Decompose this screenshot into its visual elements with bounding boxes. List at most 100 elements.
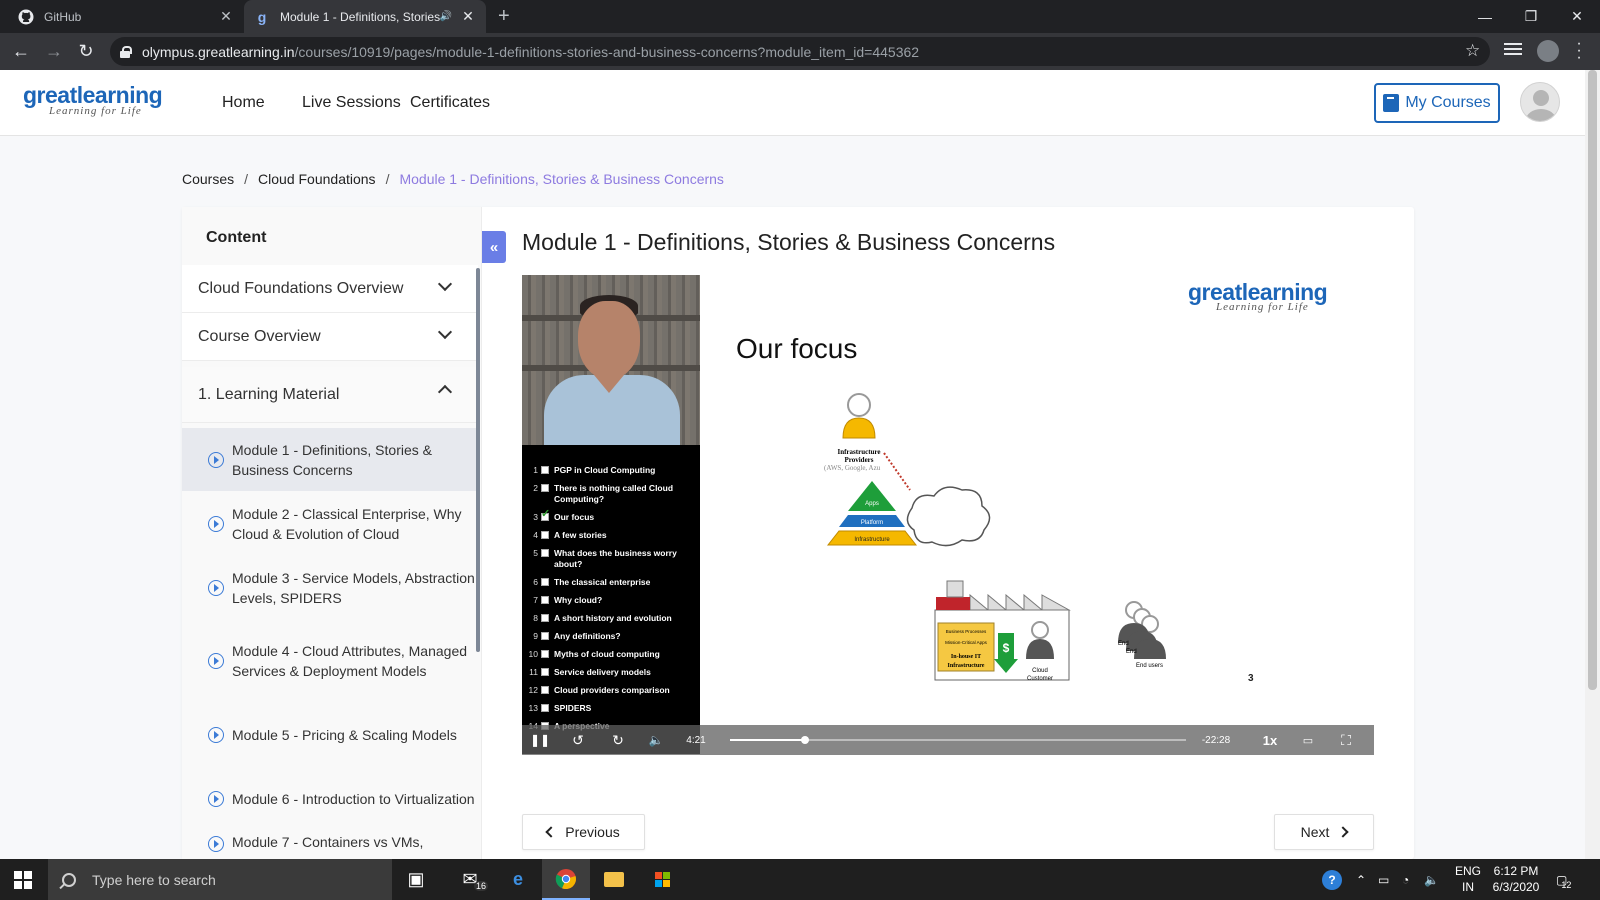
volume-tray-icon[interactable]: 🔈 bbox=[1424, 859, 1439, 900]
progress-bar[interactable] bbox=[730, 736, 1186, 744]
progress-fill bbox=[730, 739, 805, 741]
next-button[interactable]: Next bbox=[1274, 814, 1374, 850]
volume-icon[interactable]: 🔈 bbox=[646, 725, 666, 755]
wifi-icon[interactable]: ◔ bbox=[1402, 859, 1409, 900]
user-avatar[interactable] bbox=[1520, 82, 1560, 122]
sidebar-item-label: Module 1 - Definitions, Stories & Busine… bbox=[232, 441, 432, 478]
collapse-sidebar-button[interactable]: « bbox=[482, 231, 506, 263]
system-clock[interactable]: 6:12 PM 6/3/2020 bbox=[1486, 863, 1546, 895]
store-icon[interactable] bbox=[638, 859, 686, 900]
file-explorer-icon[interactable] bbox=[590, 859, 638, 900]
chapter-checkbox bbox=[541, 650, 549, 658]
section-learning-material[interactable]: 1. Learning Material bbox=[182, 367, 478, 423]
svg-text:Business Processes: Business Processes bbox=[946, 629, 987, 634]
url-field[interactable]: olympus.greatlearning.in/courses/10919/p… bbox=[110, 37, 1490, 66]
playback-speed[interactable]: 1x bbox=[1258, 725, 1282, 755]
svg-text:Platform: Platform bbox=[861, 520, 883, 526]
progress-knob[interactable] bbox=[800, 736, 809, 744]
tab-module-1[interactable]: g Module 1 - Definitions, Stories 🔊 ✕ bbox=[244, 0, 486, 33]
edge-icon[interactable]: e bbox=[494, 859, 542, 900]
svg-text:End: End bbox=[1118, 641, 1129, 647]
chapter-item[interactable]: 4 A few stories bbox=[522, 530, 700, 541]
help-icon[interactable]: ? bbox=[1322, 859, 1342, 900]
svg-text:Infrastructure: Infrastructure bbox=[948, 663, 985, 669]
close-icon[interactable]: ✕ bbox=[460, 8, 476, 25]
chevron-up-icon[interactable]: ⌃ bbox=[1356, 859, 1366, 900]
media-icon[interactable] bbox=[1504, 43, 1522, 57]
previous-button[interactable]: Previous bbox=[522, 814, 645, 850]
sidebar-item-module-3[interactable]: Module 3 - Service Models, Abstraction L… bbox=[182, 556, 478, 619]
chapter-number: 6 bbox=[533, 577, 538, 587]
pause-icon[interactable]: ❚❚ bbox=[530, 725, 550, 755]
menu-icon[interactable]: · · · bbox=[1574, 36, 1584, 66]
breadcrumb-separator: / bbox=[244, 171, 249, 187]
new-tab-icon[interactable]: + bbox=[498, 5, 510, 28]
battery-icon[interactable]: ▭ bbox=[1378, 859, 1389, 900]
chapter-item[interactable]: 11 Service delivery models bbox=[522, 667, 700, 678]
speaker-icon[interactable]: 🔊 bbox=[440, 11, 452, 22]
video-player[interactable]: 1 PGP in Cloud Computing 2 There is nothing… bbox=[522, 275, 1374, 754]
task-view-icon[interactable]: ▣ bbox=[392, 859, 440, 900]
svg-text:Mission-Critical Apps: Mission-Critical Apps bbox=[945, 640, 988, 645]
site-header: greatlearning Learning for Life Home Liv… bbox=[0, 70, 1585, 136]
language-indicator[interactable]: ENG IN bbox=[1454, 863, 1482, 895]
section-course-overview[interactable]: Course Overview bbox=[182, 313, 478, 361]
breadcrumb-courses[interactable]: Courses bbox=[182, 171, 234, 187]
minimize-icon[interactable]: — bbox=[1462, 0, 1508, 33]
forward-10-icon[interactable]: ↻ bbox=[608, 725, 628, 755]
chapter-item[interactable]: 2 There is nothing called Cloud Computing… bbox=[522, 483, 700, 505]
forward-icon[interactable]: → bbox=[43, 41, 65, 62]
chapter-item[interactable]: 7 Why cloud? bbox=[522, 595, 700, 606]
profile-avatar[interactable] bbox=[1537, 40, 1559, 62]
captions-icon[interactable]: ▭ bbox=[1298, 725, 1318, 755]
chapter-item[interactable]: 9 Any definitions? bbox=[522, 631, 700, 642]
sidebar-item-module-7[interactable]: Module 7 - Containers vs VMs, bbox=[182, 832, 478, 859]
chapter-item[interactable]: 6 The classical enterprise bbox=[522, 577, 700, 588]
close-icon[interactable]: ✕ bbox=[218, 8, 234, 25]
reload-icon[interactable]: ↻ bbox=[75, 41, 97, 62]
sidebar-item-label: Module 4 - Cloud Attributes, Managed Ser… bbox=[232, 643, 468, 679]
chapter-checkbox bbox=[541, 704, 549, 712]
back-icon[interactable]: ← bbox=[10, 41, 32, 62]
sidebar-item-module-4[interactable]: Module 4 - Cloud Attributes, Managed Ser… bbox=[182, 620, 478, 702]
play-circle-icon bbox=[208, 790, 224, 807]
sidebar-scrollbar[interactable] bbox=[476, 268, 480, 652]
nav-certificates[interactable]: Certificates bbox=[410, 94, 490, 112]
chevron-left-icon bbox=[545, 826, 557, 838]
nav-home[interactable]: Home bbox=[222, 94, 265, 112]
scrollbar-thumb[interactable] bbox=[1588, 70, 1597, 690]
chapter-number: 9 bbox=[533, 631, 538, 641]
section-cloud-foundations-overview[interactable]: Cloud Foundations Overview bbox=[182, 265, 478, 313]
chapter-item[interactable]: 8 A short history and evolution bbox=[522, 613, 700, 624]
taskbar-search-input[interactable]: Type here to search bbox=[48, 859, 392, 900]
chapter-item[interactable]: 10 Myths of cloud computing bbox=[522, 649, 700, 660]
bookmark-star-icon[interactable]: ☆ bbox=[1465, 41, 1480, 61]
chrome-icon[interactable] bbox=[542, 859, 590, 900]
chapter-item[interactable]: 13 SPIDERS bbox=[522, 703, 700, 714]
my-courses-button[interactable]: My Courses bbox=[1374, 83, 1500, 123]
chapter-checkbox bbox=[541, 668, 549, 676]
chapter-title: What does the business worry about? bbox=[554, 548, 677, 569]
close-window-icon[interactable]: ✕ bbox=[1554, 0, 1600, 33]
page-scrollbar[interactable] bbox=[1585, 70, 1600, 859]
chapter-item[interactable]: 3 Our focus bbox=[522, 509, 700, 523]
slide-number: 3 bbox=[1248, 673, 1254, 684]
tab-github[interactable]: GitHub ✕ bbox=[8, 0, 244, 33]
rewind-icon[interactable]: ↺ bbox=[568, 725, 588, 755]
greatlearning-logo[interactable]: greatlearning Learning for Life bbox=[23, 82, 163, 117]
sidebar-item-module-6[interactable]: Module 6 - Introduction to Virtualizatio… bbox=[182, 767, 478, 830]
fullscreen-icon[interactable]: ⛶ bbox=[1336, 725, 1356, 755]
windows-start-icon[interactable] bbox=[14, 871, 32, 889]
chapter-item[interactable]: 5 What does the business worry about? bbox=[522, 548, 700, 570]
nav-live-sessions[interactable]: Live Sessions bbox=[302, 94, 401, 112]
sidebar-item-module-1[interactable]: Module 1 - Definitions, Stories & Busine… bbox=[182, 428, 478, 491]
sidebar-item-module-2[interactable]: Module 2 - Classical Enterprise, Why Clo… bbox=[182, 492, 478, 555]
notification-icon[interactable]: ▢ 12 bbox=[1556, 859, 1571, 900]
mail-icon[interactable]: ✉ 16 bbox=[446, 859, 494, 900]
breadcrumb-course[interactable]: Cloud Foundations bbox=[258, 171, 376, 187]
chapter-item[interactable]: 12 Cloud providers comparison bbox=[522, 685, 700, 696]
chapter-item[interactable]: 1 PGP in Cloud Computing bbox=[522, 465, 700, 476]
sidebar-item-module-5[interactable]: Module 5 - Pricing & Scaling Models bbox=[182, 703, 478, 766]
restore-icon[interactable]: ❐ bbox=[1508, 0, 1554, 33]
sidebar-title: Content bbox=[206, 229, 267, 246]
